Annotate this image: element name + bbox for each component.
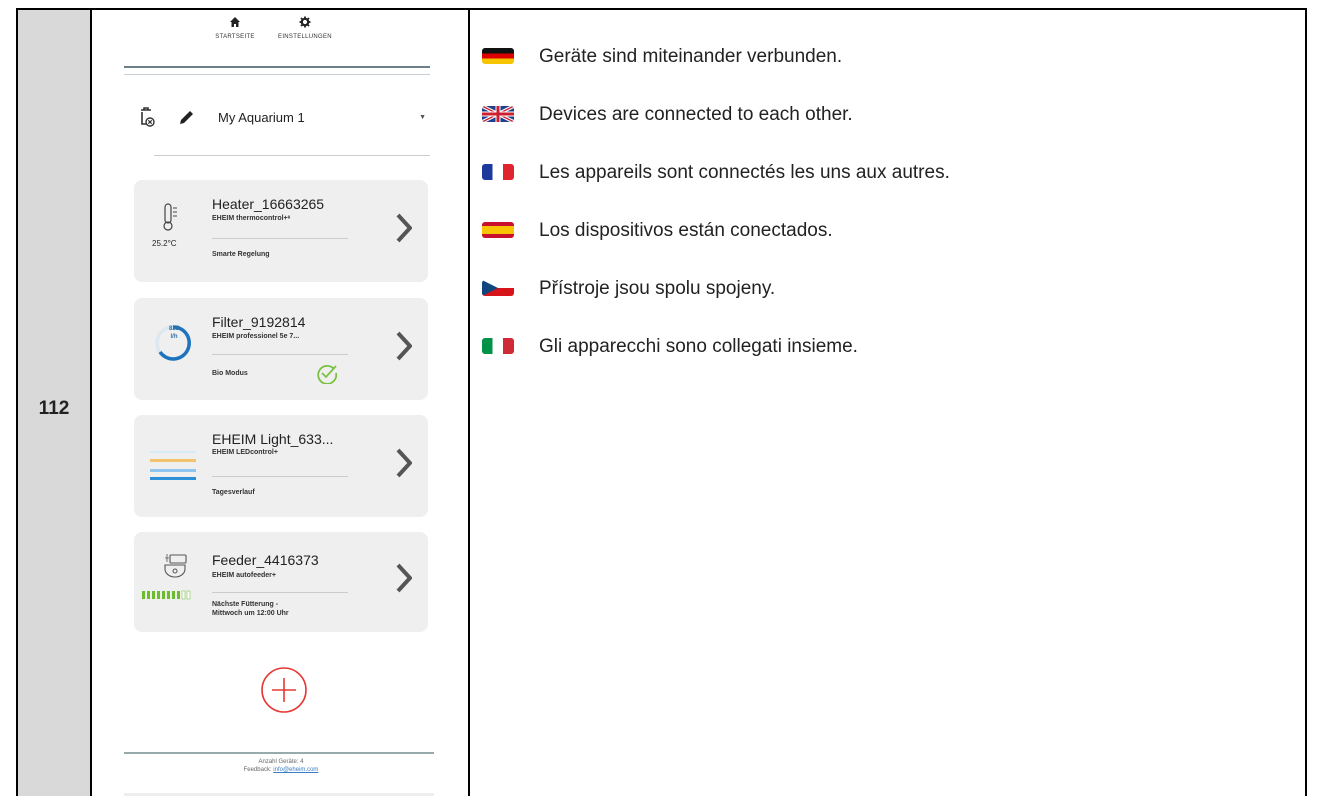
- dropdown-caret-icon[interactable]: ▼: [419, 114, 426, 121]
- chevron-right-icon[interactable]: [396, 448, 412, 478]
- aquarium-name: My Aquarium 1: [218, 110, 305, 125]
- card-divider: [212, 238, 348, 239]
- device-count: Anzahl Geräte: 4: [258, 759, 304, 765]
- german-flag-icon: [482, 48, 514, 64]
- device-status: Nächste Fütterung - Mittwoch um 12:00 Uhr: [212, 600, 289, 618]
- step-number-cell: 112: [18, 10, 92, 796]
- device-model: EHEIM LEDcontrol+: [212, 449, 278, 456]
- device-card-filter[interactable]: 825 l/h Filter_9192814 EHEIM professionel…: [134, 298, 428, 400]
- instruction-table-row: 112 STARTSEITE EINSTELLUNGEN My Aquarium…: [16, 8, 1307, 796]
- footer-divider: [124, 752, 434, 754]
- feedback-label: Feedback:: [243, 767, 272, 773]
- aquarium-divider: [154, 155, 430, 156]
- device-card-light[interactable]: EHEIM Light_633... EHEIM LEDcontrol+ Tag…: [134, 415, 428, 517]
- card-divider: [212, 476, 348, 477]
- device-status: Tagesverlauf: [212, 489, 255, 496]
- czech-flag-icon: [482, 280, 514, 296]
- feeder-next-time: Mittwoch um 12:00 Uhr: [212, 610, 289, 617]
- light-visual: [134, 415, 208, 517]
- device-model: EHEIM thermocontrol+ᵉ: [212, 215, 291, 222]
- filter-flow-readout: 825 l/h: [156, 325, 192, 341]
- card-divider: [212, 592, 348, 593]
- step-number: 112: [38, 398, 70, 419]
- translation-text: Devices are connected to each other.: [539, 104, 853, 125]
- aquarium-selector[interactable]: My Aquarium 1 ▼: [132, 104, 428, 134]
- card-divider: [212, 354, 348, 355]
- device-card-feeder[interactable]: Feeder_4416373 EHEIM autofeeder+ Nächste…: [134, 532, 428, 632]
- edit-pencil-icon[interactable]: [178, 108, 196, 126]
- app-footer: Anzahl Geräte: 4 Feedback: info@eheim.co…: [94, 758, 468, 774]
- device-title: Filter_9192814: [212, 314, 306, 330]
- device-card-heater[interactable]: 25.2°C Heater_16663265 EHEIM thermocontr…: [134, 180, 428, 282]
- thermometer-icon: [163, 203, 177, 231]
- filter-flow-value: 825: [168, 326, 179, 332]
- nav-settings[interactable]: EINSTELLUNGEN: [260, 16, 350, 40]
- light-bars-icon: [150, 451, 196, 480]
- feeder-next-feeding: Nächste Fütterung -: [212, 601, 279, 608]
- feeder-visual: [134, 532, 208, 632]
- heater-temperature: 25.2°C: [152, 239, 177, 248]
- add-device-button[interactable]: [260, 666, 308, 714]
- feedback-email-link[interactable]: info@eheim.com: [273, 767, 318, 773]
- translation-text: Geräte sind miteinander verbunden.: [539, 46, 843, 67]
- translation-text: Přístroje jsou spolu spojeny.: [539, 278, 776, 299]
- device-status: Smarte Regelung: [212, 251, 270, 258]
- device-model: EHEIM professionel 5e 7...: [212, 333, 300, 340]
- gear-icon: [299, 16, 311, 28]
- trash-icon[interactable]: [138, 106, 156, 128]
- translation-text: Los dispositivos están conectados.: [539, 220, 833, 241]
- filter-visual: 825 l/h: [134, 298, 208, 400]
- device-title: Heater_16663265: [212, 196, 325, 212]
- nav-divider-light: [124, 74, 430, 75]
- filter-flow-unit: l/h: [170, 334, 178, 340]
- italian-flag-icon: [482, 338, 514, 354]
- chevron-right-icon[interactable]: [396, 213, 412, 243]
- translation-text: Les appareils sont connectés les uns aux…: [539, 162, 950, 183]
- device-title: Feeder_4416373: [212, 552, 319, 568]
- feeder-icon: [164, 554, 187, 578]
- home-icon: [230, 17, 240, 27]
- device-title: EHEIM Light_633...: [212, 431, 334, 447]
- uk-flag-icon: [482, 106, 514, 122]
- spanish-flag-icon: [482, 222, 514, 238]
- nav-divider: [124, 66, 430, 68]
- chevron-right-icon[interactable]: [396, 331, 412, 361]
- feedback-line: Feedback: info@eheim.com: [94, 766, 468, 774]
- device-status: Bio Modus: [212, 370, 248, 377]
- app-screenshot: STARTSEITE EINSTELLUNGEN My Aquarium 1 ▼…: [94, 10, 468, 796]
- french-flag-icon: [482, 164, 514, 180]
- nav-settings-label: EINSTELLUNGEN: [278, 34, 332, 40]
- heater-visual: 25.2°C: [134, 180, 208, 282]
- chevron-right-icon[interactable]: [396, 563, 412, 593]
- check-circle-icon: [317, 365, 338, 384]
- translations-cell: Geräte sind miteinander verbunden. Devic…: [470, 10, 1305, 796]
- translation-text: Gli apparecchi sono collegati insieme.: [539, 336, 858, 357]
- feeder-level-bar: [142, 590, 191, 600]
- device-model: EHEIM autofeeder+: [212, 572, 276, 579]
